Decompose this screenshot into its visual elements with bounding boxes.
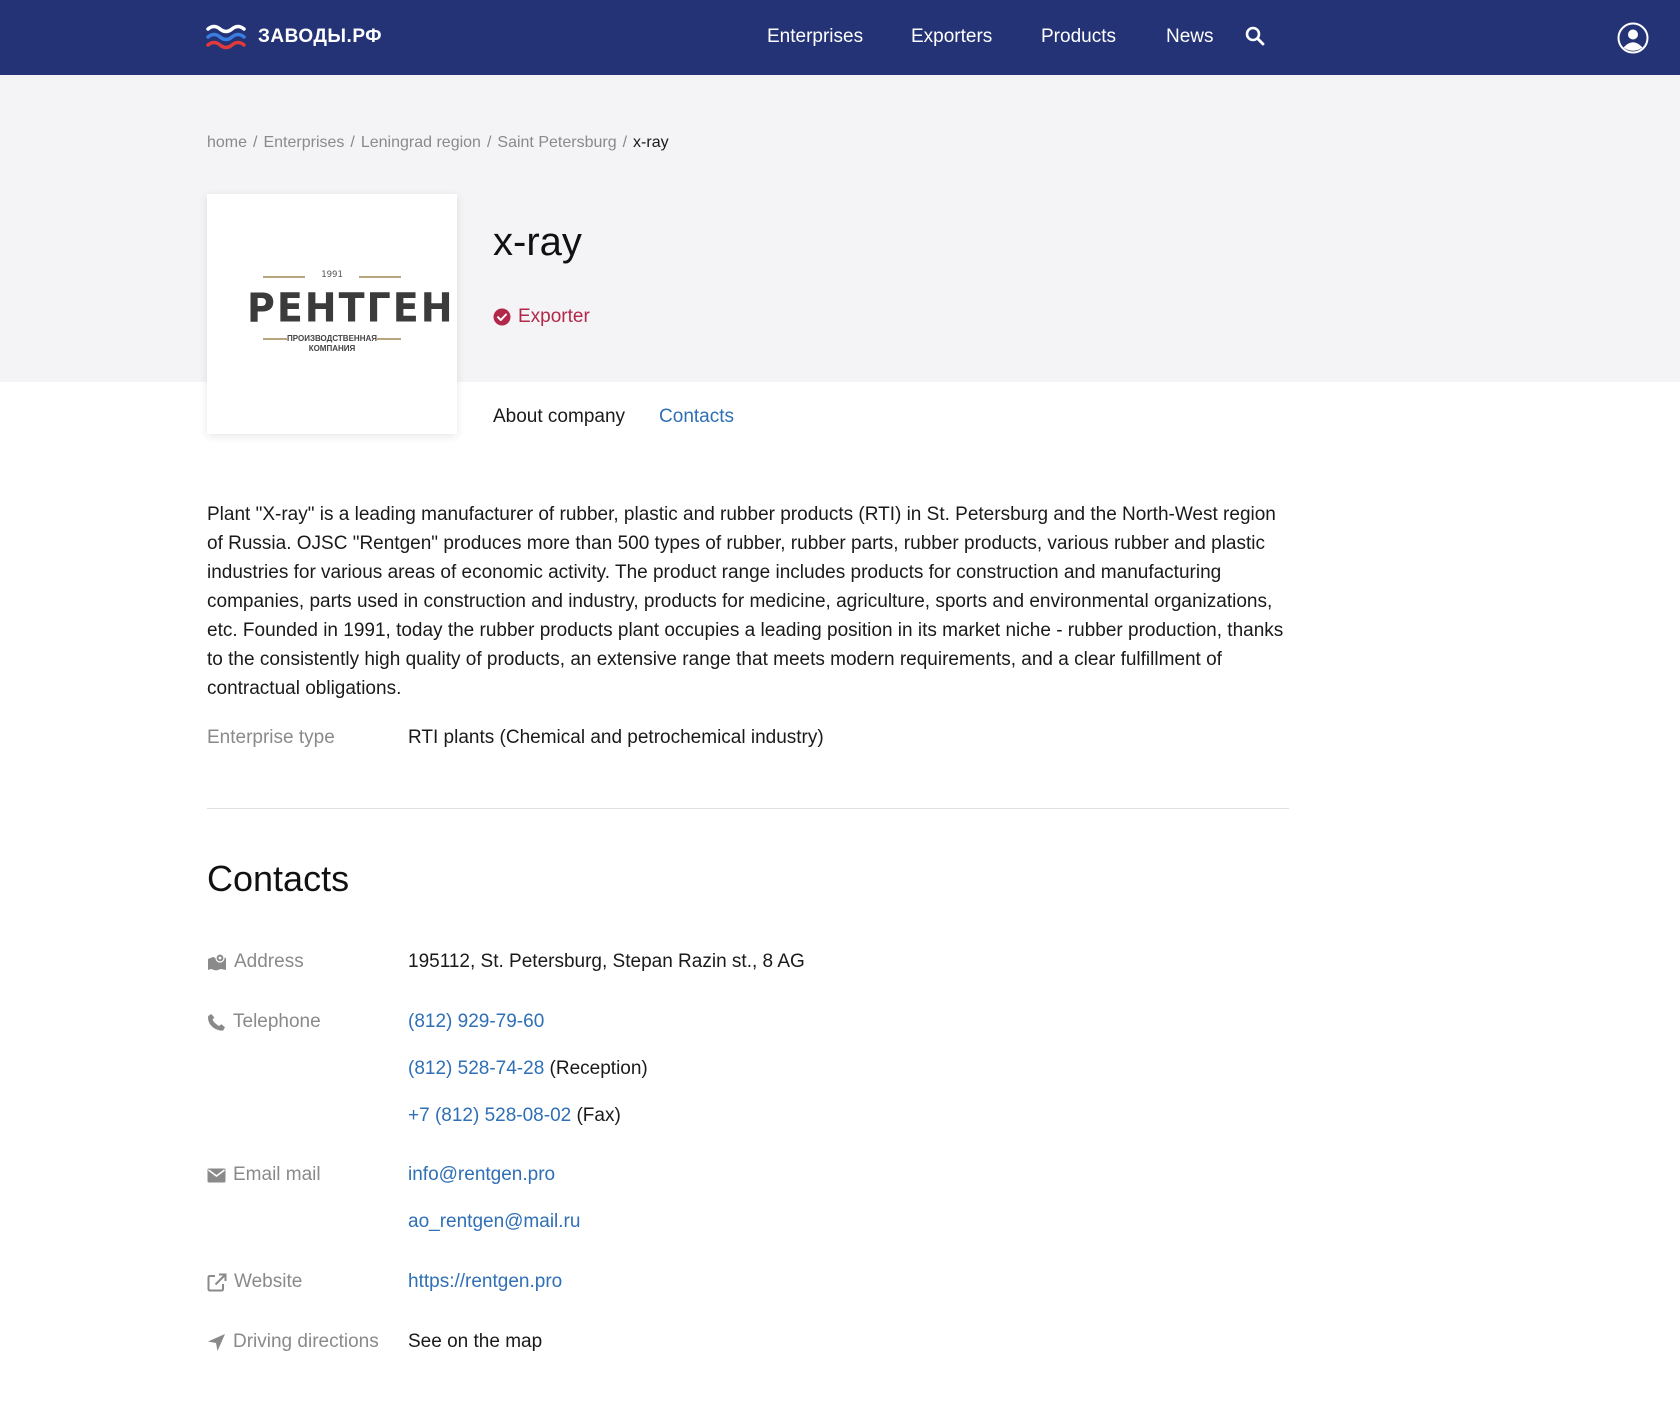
email-label-group: Email mail bbox=[207, 1164, 408, 1186]
contacts-heading: Contacts bbox=[207, 858, 350, 899]
phone-link[interactable]: +7 (812) 528-08-02 bbox=[408, 1105, 571, 1126]
phone-link[interactable]: (812) 528-74-28 bbox=[408, 1058, 544, 1079]
breadcrumb-separator: / bbox=[622, 134, 628, 151]
exporter-badge: Exporter bbox=[493, 306, 590, 328]
address-label-group: Address bbox=[207, 951, 408, 973]
company-logo: 1991 РЕНТГЕН ПРОИЗВОДСТВЕННАЯ КОМПАНИЯ bbox=[247, 264, 455, 364]
enterprise-type-value: RTI plants (Chemical and petrochemical i… bbox=[408, 727, 824, 748]
company-title: x-ray bbox=[493, 220, 582, 264]
company-description: Plant "X-ray" is a leading manufacturer … bbox=[207, 504, 1284, 699]
telephone-label: Telephone bbox=[233, 1011, 321, 1032]
breadcrumb-separator: / bbox=[350, 134, 355, 151]
wave-logo-icon bbox=[206, 24, 246, 50]
site-logo-text: ЗАВОДЫ.РФ bbox=[258, 26, 382, 47]
breadcrumb: home / Enterprises / Leningrad region / Saint … bbox=[207, 134, 669, 152]
navigation-arrow-icon bbox=[208, 1333, 225, 1351]
address-values: 195112, St. Petersburg, Stepan Razin st.… bbox=[408, 951, 805, 973]
map-icon bbox=[208, 953, 226, 971]
enterprise-type-row: Enterprise type RTI plants (Chemical and… bbox=[207, 727, 824, 749]
breadcrumb-current: x-ray bbox=[633, 134, 669, 151]
email-link[interactable]: ao_rentgen@mail.ru bbox=[408, 1211, 580, 1232]
website-link[interactable]: https://rentgen.pro bbox=[408, 1271, 562, 1292]
website-line: https://rentgen.pro bbox=[408, 1271, 562, 1293]
section-divider bbox=[207, 808, 1289, 809]
nav-enterprises[interactable]: Enterprises bbox=[767, 26, 863, 48]
search-icon bbox=[1245, 26, 1265, 46]
envelope-icon bbox=[207, 1168, 226, 1182]
email-values: info@rentgen.pro ao_rentgen@mail.ru bbox=[408, 1164, 580, 1233]
directions-label: Driving directions bbox=[233, 1331, 379, 1352]
directions-link[interactable]: See on the map bbox=[408, 1331, 542, 1353]
nav-news[interactable]: News bbox=[1166, 26, 1214, 48]
website-row: Website https://rentgen.pro bbox=[207, 1271, 562, 1293]
email-link[interactable]: info@rentgen.pro bbox=[408, 1164, 555, 1185]
phone-link[interactable]: (812) 929-79-60 bbox=[408, 1011, 544, 1032]
nav-products[interactable]: Products bbox=[1041, 26, 1116, 48]
website-label: Website bbox=[234, 1271, 303, 1292]
website-values: https://rentgen.pro bbox=[408, 1271, 562, 1293]
breadcrumb-separator: / bbox=[486, 134, 492, 151]
telephone-row: Telephone (812) 929-79-60 (812) 528-74-2… bbox=[207, 1011, 648, 1127]
logo-name: РЕНТГЕН bbox=[247, 284, 455, 332]
directions-values: See on the map bbox=[408, 1331, 542, 1353]
address-value: 195112, St. Petersburg, Stepan Razin st.… bbox=[408, 951, 805, 972]
address-row: Address 195112, St. Petersburg, Stepan R… bbox=[207, 951, 805, 973]
email-line: info@rentgen.pro bbox=[408, 1164, 580, 1211]
breadcrumb-home[interactable]: home bbox=[207, 134, 247, 151]
company-tabs: About company Contacts bbox=[493, 406, 734, 428]
nav-exporters[interactable]: Exporters bbox=[911, 26, 992, 48]
directions-label-group: Driving directions bbox=[207, 1331, 408, 1353]
phone-icon bbox=[208, 1013, 225, 1031]
breadcrumb-saint-petersburg[interactable]: Saint Petersburg bbox=[497, 134, 616, 151]
external-link-icon bbox=[207, 1273, 227, 1291]
user-account-button[interactable] bbox=[1617, 22, 1649, 59]
exporter-badge-label: Exporter bbox=[518, 306, 590, 327]
telephone-values: (812) 929-79-60 (812) 528-74-28 (Recepti… bbox=[408, 1011, 648, 1127]
breadcrumb-enterprises[interactable]: Enterprises bbox=[263, 134, 344, 151]
phone-note: (Fax) bbox=[576, 1105, 621, 1126]
tab-contacts[interactable]: Contacts bbox=[659, 406, 734, 428]
phone-line: +7 (812) 528-08-02 (Fax) bbox=[408, 1105, 648, 1127]
email-line: ao_rentgen@mail.ru bbox=[408, 1211, 580, 1233]
search-button[interactable] bbox=[1245, 26, 1265, 51]
phone-line: (812) 528-74-28 (Reception) bbox=[408, 1058, 648, 1105]
site-logo[interactable]: ЗАВОДЫ.РФ bbox=[206, 22, 382, 52]
email-label: Email mail bbox=[233, 1164, 321, 1185]
phone-line: (812) 929-79-60 bbox=[408, 1011, 648, 1058]
address-label: Address bbox=[234, 951, 304, 972]
enterprise-type-label: Enterprise type bbox=[207, 727, 335, 748]
breadcrumb-separator: / bbox=[253, 134, 258, 151]
breadcrumb-leningrad-region[interactable]: Leningrad region bbox=[361, 134, 481, 151]
check-circle-icon bbox=[493, 308, 511, 326]
user-account-icon bbox=[1617, 22, 1649, 54]
email-row: Email mail info@rentgen.pro ao_rentgen@m… bbox=[207, 1164, 580, 1233]
logo-subtitle: ПРОИЗВОДСТВЕННАЯ КОМПАНИЯ bbox=[247, 334, 417, 354]
logo-subtitle-line1: ПРОИЗВОДСТВЕННАЯ bbox=[286, 334, 378, 343]
website-label-group: Website bbox=[207, 1271, 408, 1293]
logo-subtitle-line2: КОМПАНИЯ bbox=[308, 344, 356, 353]
directions-row: Driving directions See on the map bbox=[207, 1331, 542, 1353]
tab-about-company[interactable]: About company bbox=[493, 406, 625, 428]
logo-year: 1991 bbox=[321, 270, 343, 280]
phone-note: (Reception) bbox=[549, 1058, 648, 1079]
top-navigation-bar: ЗАВОДЫ.РФ Enterprises Exporters Products… bbox=[0, 0, 1680, 75]
company-logo-card: 1991 РЕНТГЕН ПРОИЗВОДСТВЕННАЯ КОМПАНИЯ bbox=[207, 194, 457, 434]
telephone-label-group: Telephone bbox=[207, 1011, 408, 1033]
